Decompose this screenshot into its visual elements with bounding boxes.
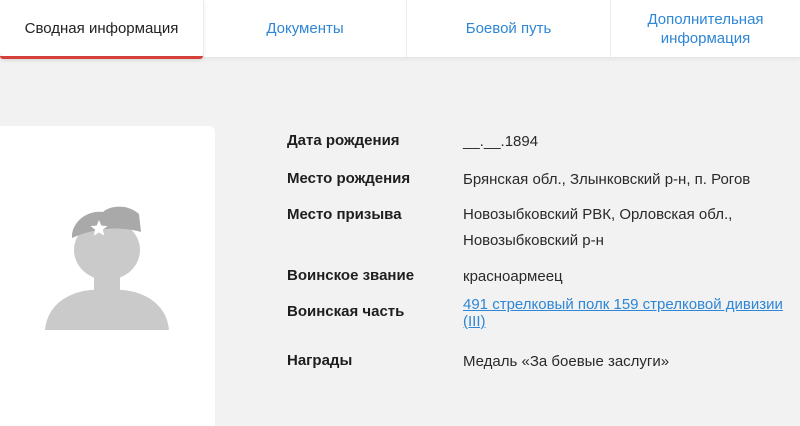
tab-bar: Сводная информация Документы Боевой путь… <box>0 0 800 59</box>
awards-label: Награды <box>287 352 353 369</box>
tab-additional-info[interactable]: Дополнительная информация <box>610 0 800 57</box>
unit-label: Воинская часть <box>287 303 405 320</box>
tab-combat-path[interactable]: Боевой путь <box>406 0 610 57</box>
unit-value-wrapper: 491 стрелковый полк 159 стрелковой дивиз… <box>463 296 783 330</box>
birth-place-value: Брянская обл., Злынковский р-н, п. Рогов <box>463 171 751 188</box>
tab-summary[interactable]: Сводная информация <box>0 0 203 59</box>
photo-card <box>0 126 215 426</box>
draft-place-value: Новозыбковский РВК, Орловская обл., Ново… <box>463 206 733 249</box>
awards-value: Медаль «За боевые заслуги» <box>463 353 670 370</box>
rank-label: Воинское звание <box>287 267 415 284</box>
unit-link[interactable]: 491 стрелковый полк 159 стрелковой дивиз… <box>463 296 783 330</box>
birth-date-value: __.__.1894 <box>463 133 539 150</box>
birth-place-label: Место рождения <box>287 170 411 187</box>
draft-place-label: Место призыва <box>287 206 402 223</box>
tab-documents[interactable]: Документы <box>203 0 406 57</box>
soldier-silhouette-icon <box>45 206 169 330</box>
birth-date-label: Дата рождения <box>287 132 400 149</box>
rank-value: красноармеец <box>463 268 563 285</box>
